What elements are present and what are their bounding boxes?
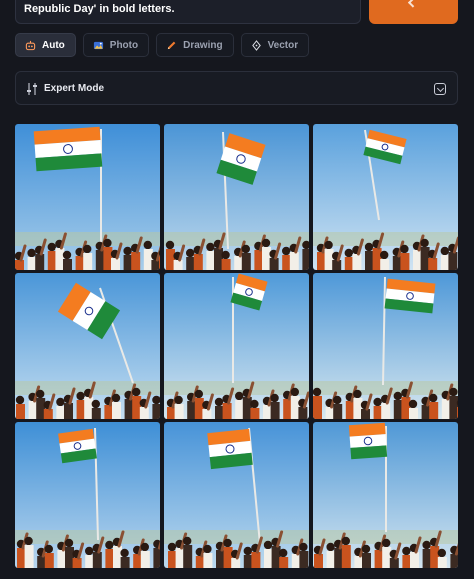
results-grid (15, 124, 458, 568)
result-image-3[interactable] (313, 124, 458, 270)
prompt-input[interactable]: Republic Day' in bold letters. (15, 0, 361, 24)
mode-vector-button[interactable]: Vector (240, 33, 310, 57)
prompt-text: Republic Day' in bold letters. (24, 3, 175, 15)
arrow-icon (407, 0, 418, 8)
result-image-1[interactable] (15, 124, 160, 270)
result-image-5[interactable] (164, 273, 309, 419)
result-image-6[interactable] (313, 273, 458, 419)
result-image-2[interactable] (164, 124, 309, 270)
result-image-9[interactable] (313, 422, 458, 568)
sliders-icon (26, 82, 38, 96)
mode-photo-label: Photo (109, 39, 139, 51)
mode-drawing-label: Drawing (183, 39, 223, 51)
image-icon (93, 40, 104, 51)
mode-vector-label: Vector (267, 39, 299, 51)
robot-icon (25, 40, 36, 51)
generate-button[interactable] (369, 0, 458, 24)
mode-photo-button[interactable]: Photo (82, 33, 150, 57)
mode-drawing-button[interactable]: Drawing (156, 33, 234, 57)
expert-mode-label: Expert Mode (44, 83, 105, 94)
pencil-icon (166, 40, 177, 51)
mode-selector: Auto Photo Drawing Vector (15, 33, 310, 57)
mode-auto-button[interactable]: Auto (15, 33, 76, 57)
pen-nib-icon (251, 39, 262, 51)
result-image-4[interactable] (15, 273, 160, 419)
expert-mode-toggle[interactable]: Expert Mode (15, 71, 458, 105)
mode-auto-label: Auto (42, 39, 65, 51)
chevron-down-icon[interactable] (434, 83, 446, 95)
result-image-7[interactable] (15, 422, 160, 568)
result-image-8[interactable] (164, 422, 309, 568)
